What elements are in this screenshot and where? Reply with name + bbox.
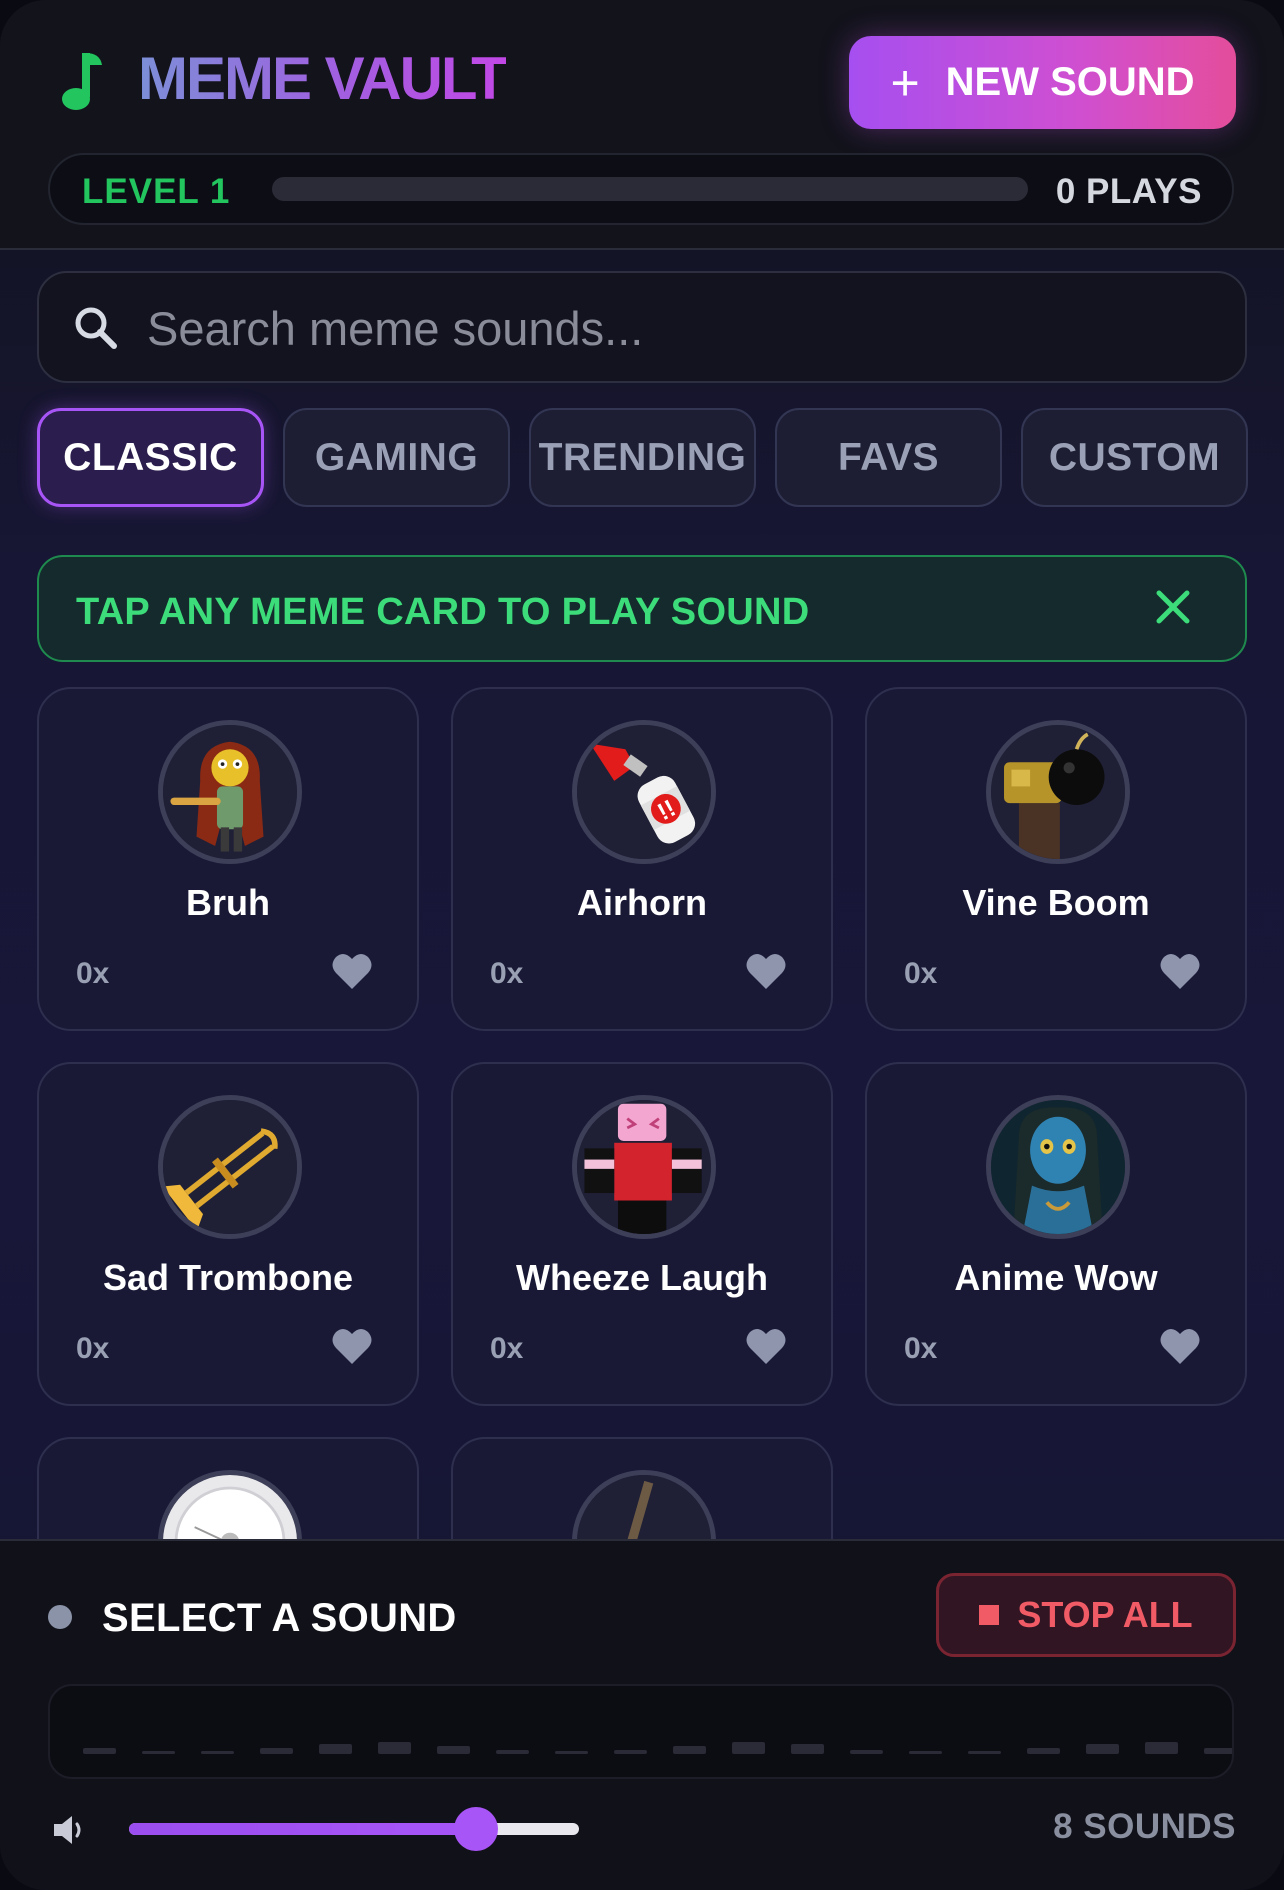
- waveform-bar: [673, 1746, 706, 1754]
- waveform-bar: [555, 1751, 588, 1754]
- clock-icon: [163, 1475, 297, 1540]
- heart-icon[interactable]: [1159, 1326, 1201, 1366]
- waveform-bar: [1086, 1744, 1119, 1754]
- sound-card[interactable]: Wheeze Laugh 0x: [451, 1062, 833, 1406]
- airhorn-icon: !!: [577, 725, 711, 859]
- heart-icon[interactable]: [745, 1326, 787, 1366]
- sound-grid: Bruh 0x !! Airhorn 0x Vine Boom 0x Sad T…: [37, 687, 1247, 1540]
- waveform-bar: [968, 1751, 1001, 1754]
- waveform-bar: [142, 1751, 175, 1754]
- sound-name: Bruh: [186, 882, 270, 923]
- app-title: MEME VAULT: [138, 45, 508, 112]
- anime-wow-icon: [991, 1100, 1125, 1234]
- heart-icon[interactable]: [1159, 951, 1201, 991]
- hint-banner: TAP ANY MEME CARD TO PLAY SOUND: [37, 555, 1247, 662]
- level-label: LEVEL 1: [82, 172, 231, 211]
- sound-name: Wheeze Laugh: [515, 1257, 769, 1298]
- volume-slider-thumb[interactable]: [453, 1807, 498, 1851]
- plays-count: 0 PLAYS: [1055, 172, 1202, 211]
- sound-card[interactable]: Bruh 0x: [37, 687, 419, 1031]
- stick-icon: [577, 1475, 711, 1540]
- waveform-bar: [791, 1744, 824, 1754]
- tab-trending[interactable]: TRENDING: [529, 408, 756, 507]
- tab-favs[interactable]: FAVS: [775, 408, 1002, 507]
- sound-card[interactable]: !! Airhorn 0x: [451, 687, 833, 1031]
- sound-name: Vine Boom: [962, 882, 1150, 923]
- sound-card[interactable]: Sad Trombone 0x: [37, 1062, 419, 1406]
- waveform-bar: [437, 1746, 470, 1754]
- waveform-bar: [496, 1750, 529, 1754]
- volume-slider[interactable]: [129, 1807, 579, 1851]
- sound-name: Airhorn: [577, 882, 707, 923]
- sound-avatar: [158, 1095, 302, 1239]
- close-icon[interactable]: [1149, 583, 1197, 631]
- volume-slider-fill: [129, 1823, 476, 1835]
- search-icon: [75, 307, 117, 349]
- search-input[interactable]: [147, 291, 1207, 365]
- plus-icon: +: [890, 54, 920, 111]
- heart-icon[interactable]: [331, 1326, 373, 1366]
- new-sound-label: NEW SOUND: [945, 60, 1195, 104]
- waveform-bar: [319, 1744, 352, 1754]
- trombone-icon: [163, 1100, 297, 1234]
- waveform-bar: [1027, 1748, 1060, 1754]
- player-bar: SELECT A SOUND STOP ALL 8 SOUNDS: [0, 1539, 1284, 1890]
- sound-avatar: !!: [572, 720, 716, 864]
- volume-icon[interactable]: [50, 1810, 90, 1850]
- play-count: 0x: [76, 1332, 110, 1365]
- header: MEME VAULT + NEW SOUND LEVEL 1 0 PLAYS: [0, 0, 1284, 250]
- sound-card[interactable]: Anime Wow 0x: [865, 1062, 1247, 1406]
- heart-icon[interactable]: [745, 951, 787, 991]
- search-bar: [37, 271, 1247, 383]
- app-root: MEME VAULT + NEW SOUND LEVEL 1 0 PLAYS C…: [0, 0, 1284, 1890]
- waveform-bar: [850, 1750, 883, 1754]
- stop-all-label: STOP ALL: [1017, 1594, 1193, 1635]
- wheeze-laugh-icon: [577, 1100, 711, 1234]
- bruh-character-icon: [163, 725, 297, 859]
- play-count: 0x: [490, 1332, 524, 1365]
- now-playing-text: SELECT A SOUND: [102, 1596, 457, 1640]
- waveform-bar: [909, 1751, 942, 1754]
- sounds-count: 8 SOUNDS: [1053, 1807, 1236, 1846]
- waveform-bar: [1204, 1748, 1232, 1754]
- music-note-icon: [62, 52, 102, 110]
- waveform-bar: [1145, 1742, 1178, 1754]
- level-progress-track: [272, 177, 1028, 201]
- waveform-visualizer: [48, 1684, 1234, 1779]
- tab-classic[interactable]: CLASSIC: [37, 408, 264, 507]
- vine-boom-icon: [991, 725, 1125, 859]
- play-count: 0x: [904, 957, 938, 990]
- heart-icon[interactable]: [331, 951, 373, 991]
- play-count: 0x: [490, 957, 524, 990]
- sound-avatar: [986, 720, 1130, 864]
- sound-name: Anime Wow: [954, 1257, 1158, 1298]
- waveform-bar: [201, 1751, 234, 1754]
- sound-avatar: [158, 1470, 302, 1540]
- hint-text: TAP ANY MEME CARD TO PLAY SOUND: [76, 591, 810, 633]
- play-count: 0x: [76, 957, 110, 990]
- waveform-bar: [83, 1748, 116, 1754]
- sound-card[interactable]: Vine Boom 0x: [865, 687, 1247, 1031]
- sound-avatar: [572, 1095, 716, 1239]
- waveform-bar: [732, 1742, 765, 1754]
- brand: MEME VAULT: [56, 44, 508, 113]
- stop-icon: [979, 1605, 1000, 1625]
- level-progress: LEVEL 1 0 PLAYS: [48, 153, 1234, 225]
- sound-avatar: [986, 1095, 1130, 1239]
- sound-card[interactable]: [37, 1437, 419, 1540]
- stop-all-button[interactable]: STOP ALL: [936, 1573, 1236, 1657]
- new-sound-button[interactable]: + NEW SOUND: [849, 36, 1236, 129]
- play-count: 0x: [904, 1332, 938, 1365]
- category-tabs: CLASSIC GAMING TRENDING FAVS CUSTOM: [37, 408, 1248, 507]
- sound-name: Sad Trombone: [102, 1257, 354, 1298]
- sound-avatar: [158, 720, 302, 864]
- waveform-bar: [614, 1750, 647, 1754]
- waveform-bar: [378, 1742, 411, 1754]
- tab-custom[interactable]: CUSTOM: [1021, 408, 1248, 507]
- waveform-bar: [260, 1748, 293, 1754]
- sound-card[interactable]: [451, 1437, 833, 1540]
- tab-gaming[interactable]: GAMING: [283, 408, 510, 507]
- sound-avatar: [572, 1470, 716, 1540]
- status-indicator: [48, 1605, 72, 1629]
